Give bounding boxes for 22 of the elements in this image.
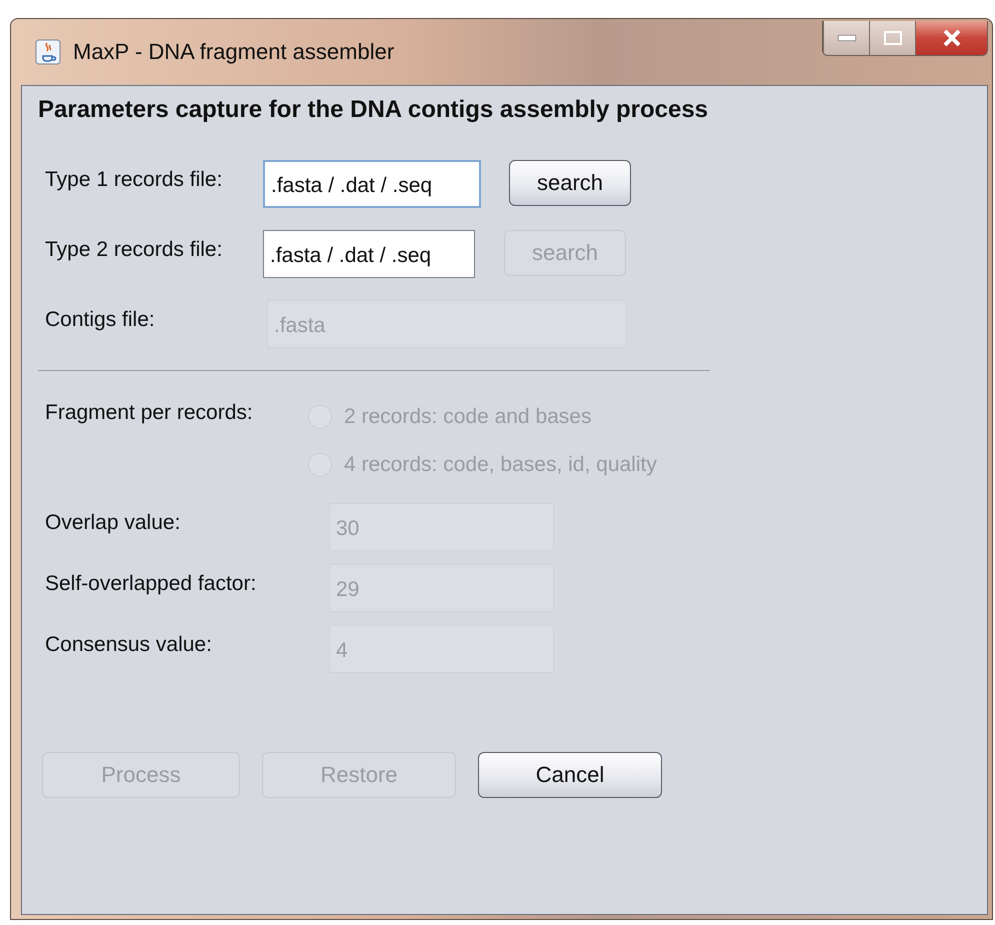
action-button[interactable]: Cancel	[478, 752, 662, 798]
close-icon	[940, 29, 962, 47]
radio-label: 4 records: code, bases, id, quality	[344, 453, 657, 477]
java-cup-icon	[35, 39, 61, 65]
field-label: Contigs file:	[44, 307, 156, 332]
field-label: Self-overlapped factor:	[44, 571, 258, 596]
radio-label: 2 records: code and bases	[344, 405, 592, 429]
minimize-button[interactable]	[823, 21, 869, 55]
field-label: Type 1 records file:	[44, 167, 224, 192]
field-label: Consensus value:	[44, 632, 213, 657]
field-label: Fragment per records:	[44, 400, 254, 425]
maximize-icon	[884, 31, 902, 45]
maximize-button[interactable]	[869, 21, 915, 55]
minimize-icon	[838, 35, 856, 41]
close-button[interactable]	[915, 21, 987, 55]
field-label: Overlap value:	[44, 510, 182, 535]
window-title: MaxP - DNA fragment assembler	[73, 39, 394, 65]
file-input-field[interactable]: .fasta / .dat / .seq	[263, 230, 475, 278]
form-heading: Parameters capture for the DNA contigs assembly process	[38, 96, 710, 124]
field-label: Type 2 records file:	[44, 237, 224, 262]
search-button[interactable]: search	[509, 160, 631, 206]
file-input-field[interactable]: .fasta / .dat / .seq	[263, 160, 481, 208]
